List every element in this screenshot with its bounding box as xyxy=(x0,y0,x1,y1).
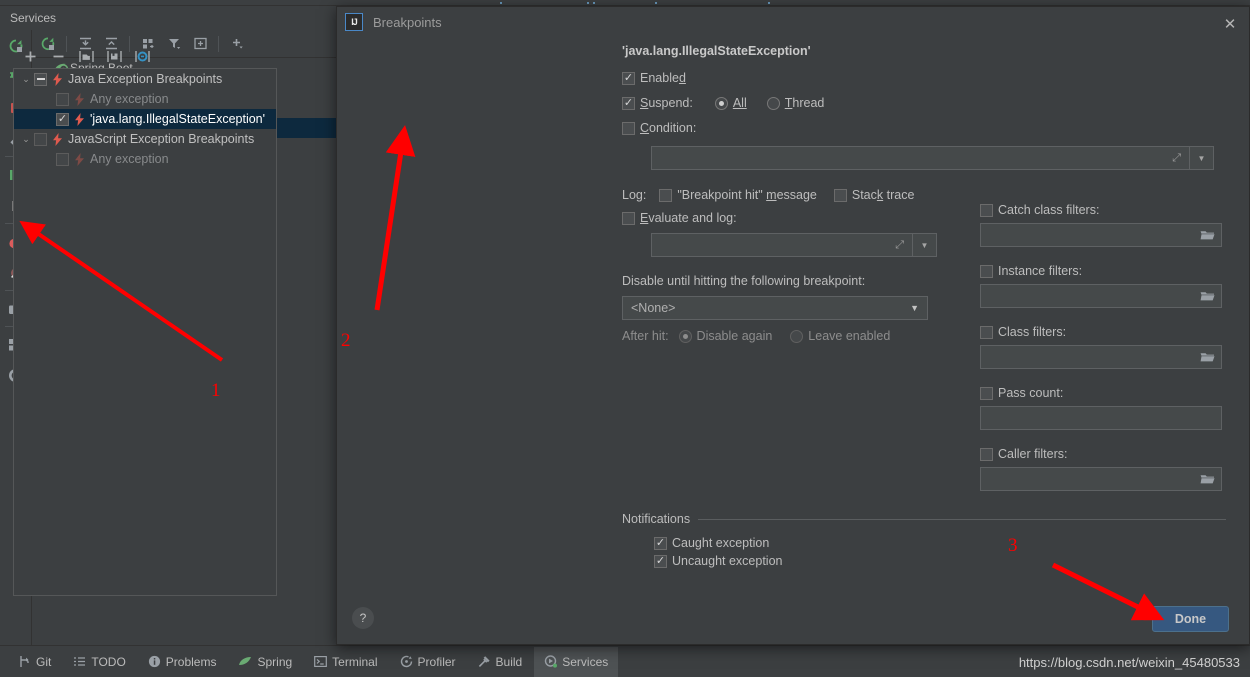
annotation-number-1: 1 xyxy=(211,380,221,401)
annotation-arrow-1 xyxy=(19,220,224,362)
annotation-arrow-2 xyxy=(374,125,416,311)
annotation-number-2: 2 xyxy=(341,330,351,351)
annotation-arrows xyxy=(19,125,1165,621)
annotation-number-3: 3 xyxy=(1008,535,1018,556)
annotation-arrow-3 xyxy=(1051,562,1165,621)
